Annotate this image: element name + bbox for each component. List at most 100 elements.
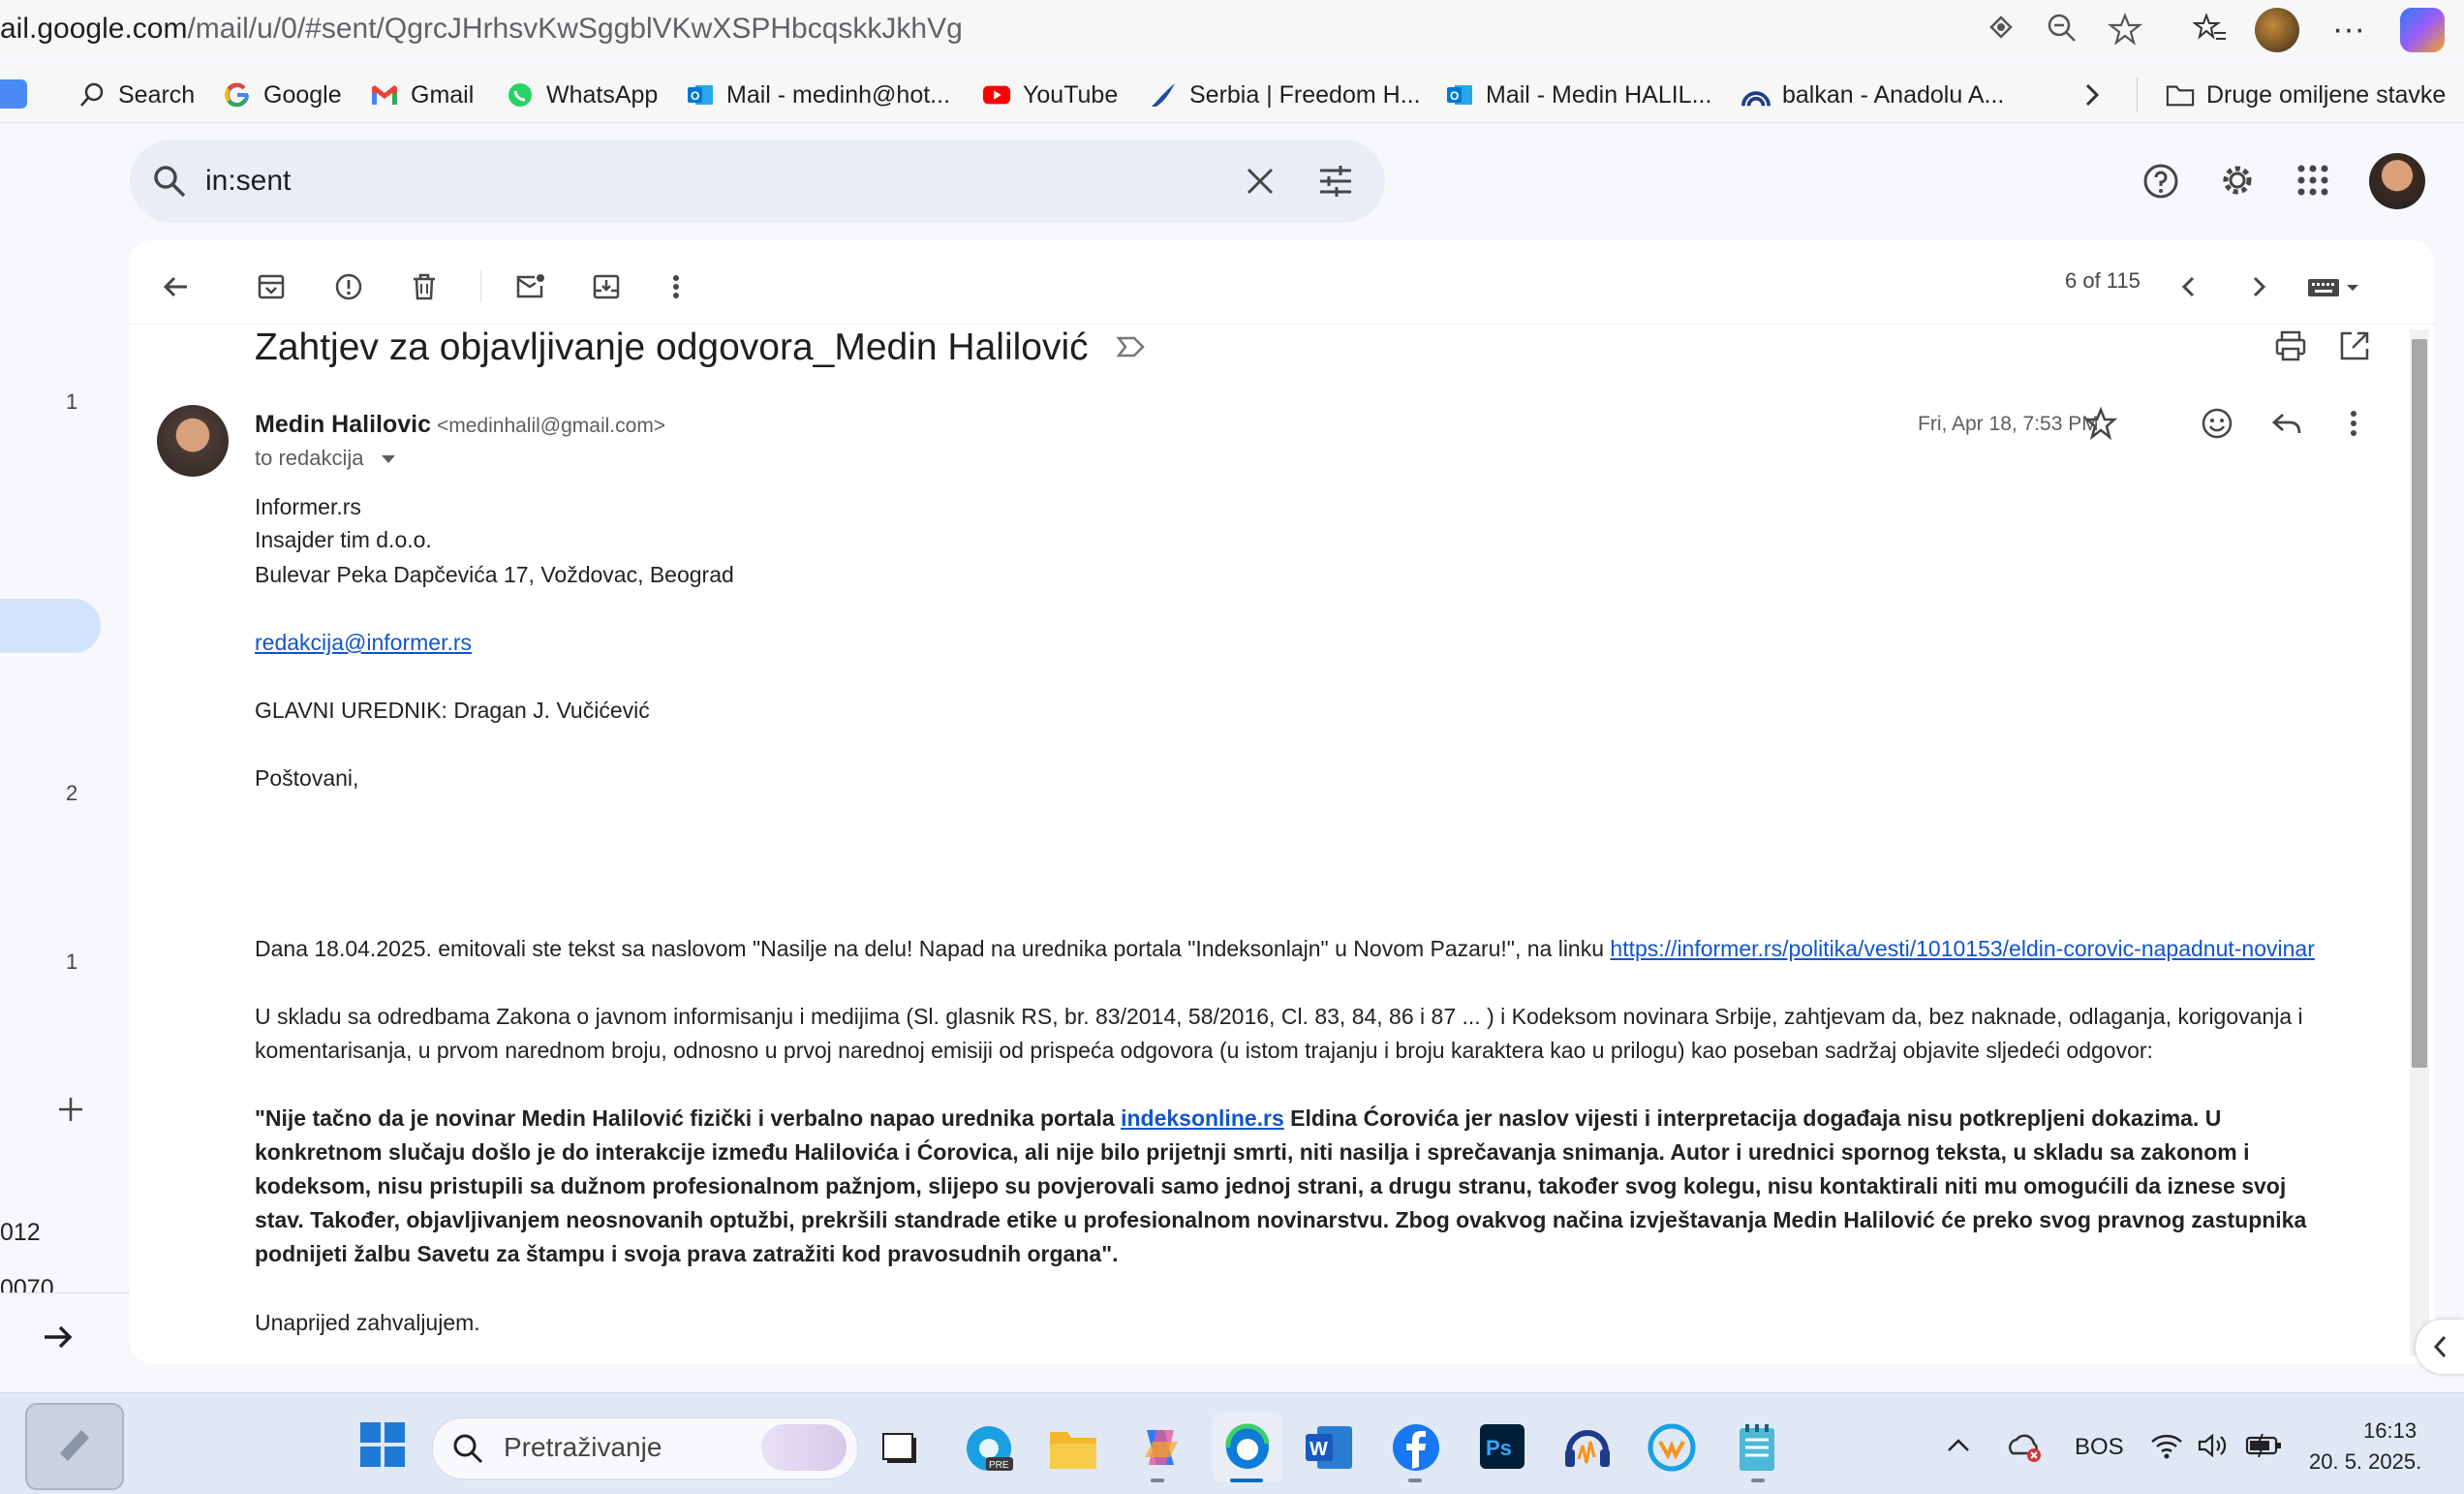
profile-avatar[interactable] bbox=[2255, 8, 2299, 52]
other-favorites-folder[interactable]: Druge omiljene stavke bbox=[2166, 74, 2446, 116]
message-more-icon[interactable] bbox=[2348, 407, 2359, 440]
reading-view-icon[interactable] bbox=[1986, 12, 2017, 43]
bookmark-whatsapp[interactable]: WhatsApp bbox=[506, 74, 658, 116]
start-windows-icon[interactable] bbox=[358, 1420, 407, 1469]
help-icon[interactable] bbox=[2142, 163, 2179, 200]
running-indicator bbox=[1408, 1478, 1422, 1482]
translate-icon[interactable] bbox=[0, 79, 27, 109]
edge-beta-icon[interactable]: PRE bbox=[963, 1422, 1015, 1475]
battery-charging-icon[interactable] bbox=[2245, 1432, 2284, 1459]
anadolu-icon bbox=[1741, 80, 1771, 109]
zoom-icon[interactable] bbox=[2046, 12, 2079, 45]
word-icon[interactable]: W bbox=[1304, 1424, 1354, 1471]
clock-time[interactable]: 16:13 bbox=[2363, 1418, 2417, 1444]
show-hidden-icons-chevron-icon[interactable] bbox=[1945, 1434, 1972, 1457]
notepad-icon[interactable] bbox=[1736, 1422, 1778, 1473]
search-input[interactable]: in:sent bbox=[205, 163, 291, 200]
clock-date[interactable]: 20. 5. 2025. bbox=[2309, 1449, 2421, 1475]
search-icon[interactable] bbox=[151, 163, 188, 200]
copilot-app-icon[interactable] bbox=[1135, 1422, 1186, 1473]
rail-active-item[interactable] bbox=[0, 599, 101, 653]
bookmark-mail-hotmail[interactable]: O Mail - medinh@hot... bbox=[686, 74, 950, 116]
article-link[interactable]: https://informer.rs/politika/vesti/10101… bbox=[1610, 936, 2314, 961]
reply-icon[interactable] bbox=[2270, 407, 2303, 440]
photoshop-icon[interactable]: Ps bbox=[1478, 1422, 1526, 1471]
url-field[interactable]: ail.google.com/mail/u/0/#sent/QgrcJHrhsv… bbox=[0, 10, 963, 48]
vpn-app-icon[interactable] bbox=[1647, 1422, 1697, 1473]
archive-icon[interactable] bbox=[244, 260, 298, 314]
open-in-new-window-icon[interactable] bbox=[2338, 329, 2371, 362]
input-language[interactable]: BOS bbox=[2075, 1434, 2124, 1461]
facebook-icon[interactable] bbox=[1391, 1422, 1441, 1473]
url-host: ail.google.com bbox=[0, 13, 188, 45]
body-quote-line: kodeksom, nisu pristupili sa dužnom prof… bbox=[255, 1173, 2287, 1198]
email-link[interactable]: redakcija@informer.rs bbox=[255, 630, 472, 655]
sender-avatar[interactable] bbox=[157, 405, 229, 477]
quote-text: "Nije tačno da je novinar Medin Halilovi… bbox=[255, 1105, 1122, 1131]
bookmark-label: Search bbox=[118, 80, 196, 109]
bookmark-mail-medin[interactable]: O Mail - Medin HALIL... bbox=[1445, 74, 1711, 116]
older-chevron-icon[interactable] bbox=[2232, 260, 2286, 314]
other-favorites-label: Druge omiljene stavke bbox=[2206, 80, 2447, 109]
settings-gear-icon[interactable] bbox=[2218, 161, 2257, 200]
more-options-icon[interactable] bbox=[649, 260, 703, 314]
rail-label-a[interactable]: 012 bbox=[0, 1219, 41, 1247]
body-address-line: Informer.rs bbox=[255, 494, 361, 519]
input-tools-keyboard-icon[interactable] bbox=[2303, 260, 2367, 314]
print-icon[interactable] bbox=[2274, 329, 2307, 362]
file-explorer-icon[interactable] bbox=[1048, 1426, 1098, 1471]
more-menu-icon[interactable]: ··· bbox=[2332, 10, 2365, 48]
chevron-left-icon bbox=[2433, 1335, 2447, 1358]
message-date: Fri, Apr 18, 7:53 PM bbox=[1918, 413, 2099, 435]
outlook-icon: O bbox=[686, 80, 715, 109]
search-icon bbox=[77, 80, 107, 109]
rail-count-3: 1 bbox=[66, 949, 78, 974]
edge-browser-icon[interactable] bbox=[1213, 1413, 1282, 1482]
search-highlight-icon bbox=[761, 1424, 847, 1471]
add-reaction-emoji-icon[interactable] bbox=[2201, 407, 2233, 440]
bookmark-anadolu[interactable]: balkan - Anadolu A... bbox=[1741, 74, 2004, 116]
clear-search-icon[interactable] bbox=[1244, 165, 1277, 198]
delete-trash-icon[interactable] bbox=[397, 260, 451, 314]
sender-name[interactable]: Medin Halilovic <medinhalil@gmail.com> bbox=[255, 409, 665, 442]
search-bar[interactable] bbox=[130, 140, 1385, 223]
bookmark-gmail[interactable]: Gmail bbox=[370, 74, 474, 116]
favorites-list-icon[interactable] bbox=[2193, 12, 2228, 47]
add-label-icon[interactable] bbox=[56, 1095, 85, 1124]
body-quote-line: stav. Također, objavljivanjem neosnovani… bbox=[255, 1207, 2307, 1232]
bookmarks-divider bbox=[2137, 78, 2138, 112]
report-spam-icon[interactable] bbox=[322, 260, 376, 314]
account-avatar[interactable] bbox=[2369, 153, 2425, 209]
scrollbar-thumb[interactable] bbox=[2412, 339, 2427, 1068]
widgets-app-icon[interactable] bbox=[25, 1403, 124, 1490]
back-arrow-icon[interactable] bbox=[149, 260, 203, 314]
bookmark-google[interactable]: Google bbox=[223, 74, 342, 116]
onedrive-error-icon[interactable] bbox=[2005, 1430, 2044, 1463]
move-to-icon[interactable] bbox=[579, 260, 633, 314]
indeksonline-link[interactable]: indeksonline.rs bbox=[1121, 1105, 1284, 1131]
body-address-line: Bulevar Peka Dapčevića 17, Voždovac, Beo… bbox=[255, 562, 734, 587]
recipient-line[interactable]: to redakcija bbox=[255, 444, 397, 473]
expand-arrow-icon[interactable] bbox=[41, 1320, 76, 1354]
importance-marker-icon[interactable] bbox=[1116, 333, 1147, 360]
copilot-icon[interactable] bbox=[2400, 8, 2445, 52]
bookmarks-more-chevron-icon[interactable] bbox=[2079, 79, 2106, 110]
task-view-icon[interactable] bbox=[878, 1424, 926, 1473]
bookmark-freedom-house[interactable]: Serbia | Freedom H... bbox=[1149, 74, 1421, 116]
newer-chevron-icon[interactable] bbox=[2162, 260, 2216, 314]
wifi-icon[interactable] bbox=[2150, 1432, 2183, 1459]
bookmark-youtube[interactable]: YouTube bbox=[982, 74, 1118, 116]
volume-icon[interactable] bbox=[2197, 1432, 2230, 1459]
bookmark-label: Mail - medinh@hot... bbox=[726, 80, 951, 109]
audacity-icon[interactable] bbox=[1561, 1422, 1614, 1473]
favorite-star-icon[interactable] bbox=[2108, 12, 2142, 47]
apps-grid-icon[interactable] bbox=[2295, 163, 2330, 198]
google-icon bbox=[223, 80, 252, 109]
side-panel-toggle[interactable] bbox=[2416, 1320, 2464, 1374]
search-options-icon[interactable] bbox=[1317, 163, 1354, 200]
star-icon[interactable] bbox=[2084, 407, 2117, 440]
running-indicator bbox=[1151, 1478, 1164, 1482]
bookmark-search[interactable]: Search bbox=[77, 74, 195, 116]
rail-label-b[interactable]: 0070 bbox=[0, 1275, 54, 1292]
mark-unread-icon[interactable] bbox=[504, 260, 558, 314]
